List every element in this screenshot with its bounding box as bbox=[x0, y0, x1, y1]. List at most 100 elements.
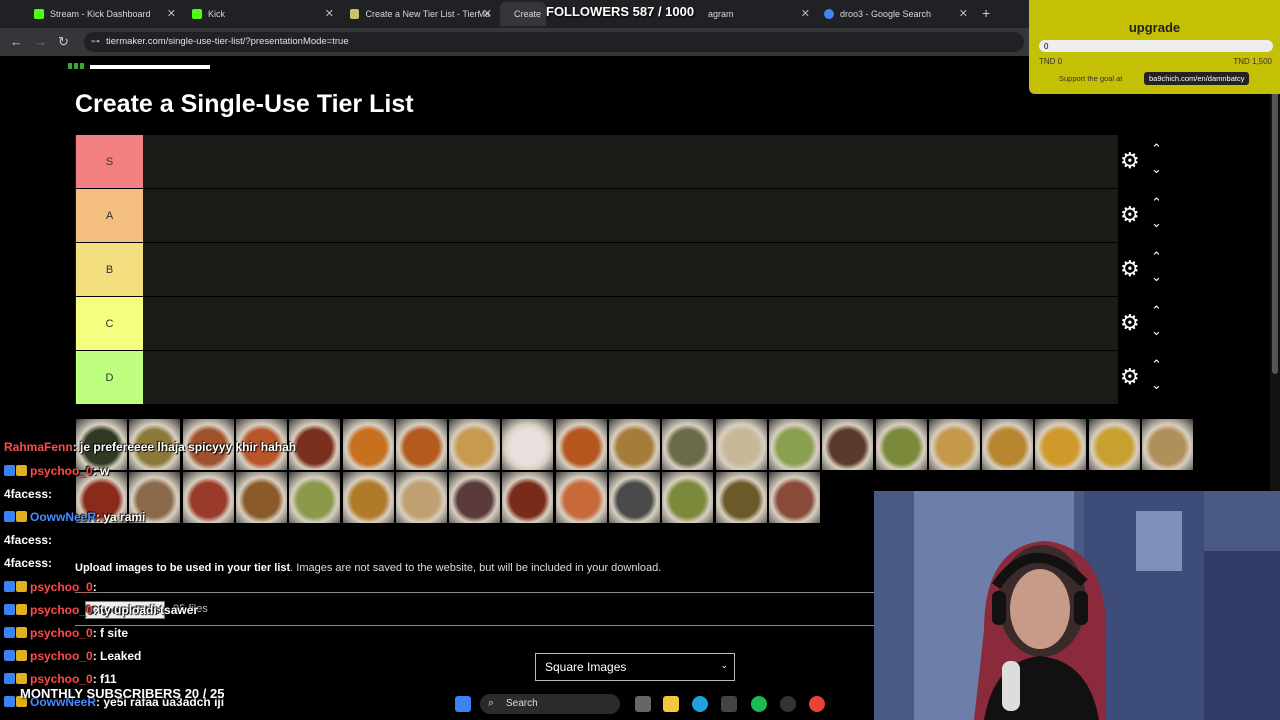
tier-label[interactable]: S bbox=[76, 135, 143, 188]
tier-image[interactable] bbox=[1141, 418, 1194, 471]
tier-row-a[interactable]: A bbox=[75, 189, 1118, 242]
tab-label: Create a New Tier List - TierMa bbox=[365, 9, 490, 19]
move-down-icon[interactable]: ⌄ bbox=[1151, 269, 1162, 285]
forward-icon[interactable]: → bbox=[34, 34, 47, 49]
chat-username[interactable]: 4facess bbox=[4, 487, 48, 501]
new-tab-icon[interactable]: + bbox=[982, 5, 990, 21]
move-up-icon[interactable]: ⌃ bbox=[1151, 303, 1162, 319]
move-down-icon[interactable]: ⌄ bbox=[1151, 161, 1162, 177]
tier-row-b[interactable]: B bbox=[75, 243, 1118, 296]
url-input[interactable]: ⊶ tiermaker.com/single-use-tier-list/?pr… bbox=[84, 32, 1024, 52]
chat-username[interactable]: RahmaFenn bbox=[4, 440, 73, 454]
chat-username[interactable]: psychoo_0 bbox=[30, 580, 93, 594]
tier-image[interactable] bbox=[448, 418, 502, 471]
chat-message: psychoo_0: f site bbox=[4, 626, 128, 640]
tier-image[interactable] bbox=[501, 418, 555, 471]
close-icon[interactable]: ✕ bbox=[167, 7, 176, 20]
tier-label[interactable]: D bbox=[76, 351, 143, 404]
obs-icon[interactable] bbox=[780, 696, 796, 712]
tier-row-s[interactable]: S bbox=[75, 135, 1118, 188]
tier-row-c[interactable]: C bbox=[75, 297, 1118, 350]
gear-icon[interactable]: ⚙ bbox=[1120, 204, 1140, 226]
chat-username[interactable]: 4facess bbox=[4, 556, 48, 570]
close-icon[interactable]: ✕ bbox=[959, 7, 968, 20]
chat-username[interactable]: psychoo_0 bbox=[30, 464, 93, 478]
tier-image[interactable] bbox=[394, 471, 448, 524]
tier-image[interactable] bbox=[981, 418, 1035, 471]
tier-image[interactable] bbox=[341, 418, 395, 471]
tier-image[interactable] bbox=[448, 471, 502, 524]
tier-image[interactable] bbox=[501, 471, 555, 524]
file-explorer-icon[interactable] bbox=[663, 696, 679, 712]
tier-image[interactable] bbox=[1087, 418, 1141, 471]
move-up-icon[interactable]: ⌃ bbox=[1151, 141, 1162, 157]
chat-message: psychoo_0: w bbox=[4, 464, 109, 478]
windows-icon[interactable] bbox=[455, 696, 471, 712]
tier-label[interactable]: B bbox=[76, 243, 143, 296]
tier-label[interactable]: C bbox=[76, 297, 143, 350]
taskbar: ⌕ Search bbox=[445, 690, 835, 718]
gear-icon[interactable]: ⚙ bbox=[1120, 312, 1140, 334]
move-down-icon[interactable]: ⌄ bbox=[1151, 323, 1162, 339]
gear-icon[interactable]: ⚙ bbox=[1120, 258, 1140, 280]
chrome-icon[interactable] bbox=[809, 696, 825, 712]
task-view-icon[interactable] bbox=[635, 696, 651, 712]
tab-tiermaker-create[interactable]: Create bbox=[500, 2, 546, 26]
site-info-icon[interactable]: ⊶ bbox=[91, 36, 100, 47]
gear-icon[interactable]: ⚙ bbox=[1120, 150, 1140, 172]
edge-icon[interactable] bbox=[692, 696, 708, 712]
tier-image[interactable] bbox=[554, 471, 608, 524]
tab-kick[interactable]: Kick ✕ bbox=[184, 2, 340, 26]
tier-label[interactable]: A bbox=[76, 189, 143, 242]
tier-image[interactable] bbox=[608, 471, 661, 524]
tier-image[interactable] bbox=[661, 418, 715, 471]
chat-username[interactable]: psychoo_0 bbox=[30, 603, 93, 617]
scrollbar-thumb[interactable] bbox=[1272, 64, 1278, 374]
tier-image[interactable] bbox=[714, 418, 768, 471]
move-up-icon[interactable]: ⌃ bbox=[1151, 249, 1162, 265]
badge-icon bbox=[16, 627, 27, 638]
tier-image[interactable] bbox=[821, 418, 875, 471]
store-icon[interactable] bbox=[721, 696, 737, 712]
back-icon[interactable]: ← bbox=[10, 34, 23, 49]
close-icon[interactable]: ✕ bbox=[483, 7, 492, 20]
goal-link: ba9chich.com/en/damnbatcy bbox=[1144, 72, 1250, 85]
tab-kick-dashboard[interactable]: Stream - Kick Dashboard ✕ bbox=[26, 2, 182, 26]
close-icon[interactable]: ✕ bbox=[325, 7, 334, 20]
tab-instagram[interactable]: agram ✕ bbox=[700, 2, 816, 26]
tier-image[interactable] bbox=[394, 418, 448, 471]
tier-row-d[interactable]: D bbox=[75, 351, 1118, 404]
chat-text: : f site bbox=[92, 626, 129, 640]
tier-image[interactable] bbox=[767, 471, 821, 524]
chat-username[interactable]: psychoo_0 bbox=[30, 649, 93, 663]
reload-icon[interactable]: ↻ bbox=[58, 34, 69, 50]
tab-tiermaker-new[interactable]: Create a New Tier List - TierMa ✕ bbox=[342, 2, 498, 26]
badge-icon bbox=[16, 673, 27, 684]
chat-text: : ty uploadi tsawer bbox=[92, 603, 199, 617]
image-style-select[interactable]: Square Images ⌄ bbox=[535, 653, 735, 681]
tier-image[interactable] bbox=[927, 418, 981, 471]
tier-image[interactable] bbox=[554, 418, 608, 471]
chat-username[interactable]: 4facess bbox=[4, 533, 48, 547]
chat-username[interactable]: OowwNeeR bbox=[30, 510, 96, 524]
close-icon[interactable]: ✕ bbox=[801, 7, 810, 20]
tier-image[interactable] bbox=[341, 471, 395, 524]
move-down-icon[interactable]: ⌄ bbox=[1151, 377, 1162, 393]
spotify-icon[interactable] bbox=[751, 696, 767, 712]
move-down-icon[interactable]: ⌄ bbox=[1151, 215, 1162, 231]
move-up-icon[interactable]: ⌃ bbox=[1151, 357, 1162, 373]
tier-image[interactable] bbox=[714, 471, 768, 524]
tier-controls: ⚙ ⌃ ⌄ bbox=[1120, 243, 1180, 296]
move-up-icon[interactable]: ⌃ bbox=[1151, 195, 1162, 211]
gear-icon[interactable]: ⚙ bbox=[1120, 366, 1140, 388]
chat-badges bbox=[4, 510, 28, 524]
tab-google-search[interactable]: droo3 - Google Search ✕ bbox=[816, 2, 974, 26]
chat-username[interactable]: psychoo_0 bbox=[30, 672, 93, 686]
tier-image[interactable] bbox=[874, 418, 928, 471]
tier-image[interactable] bbox=[1034, 418, 1088, 471]
tier-image[interactable] bbox=[608, 418, 661, 471]
chat-username[interactable]: psychoo_0 bbox=[30, 626, 93, 640]
taskbar-search[interactable]: ⌕ Search bbox=[480, 694, 620, 714]
tier-image[interactable] bbox=[661, 471, 715, 524]
tier-image[interactable] bbox=[767, 418, 821, 471]
